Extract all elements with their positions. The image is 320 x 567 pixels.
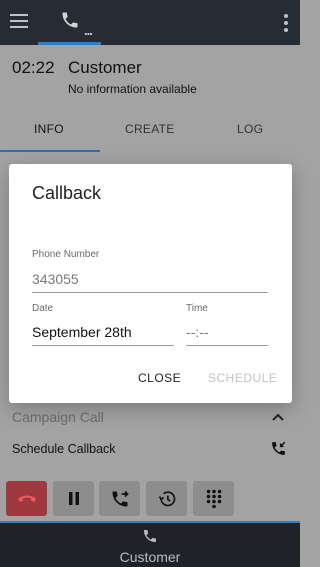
tab-info[interactable]: INFO	[34, 122, 64, 136]
campaign-title: Campaign Call	[12, 409, 104, 425]
transfer-button[interactable]	[99, 481, 140, 516]
bottom-contact-name: Customer	[119, 549, 181, 565]
phone-icon	[62, 12, 78, 28]
hold-button[interactable]	[53, 481, 94, 516]
schedule-callback-label[interactable]: Schedule Callback	[12, 442, 116, 456]
more-vert-icon[interactable]	[284, 14, 288, 35]
menu-icon[interactable]	[10, 14, 28, 28]
top-app-bar: ...	[0, 0, 300, 45]
date-underline	[32, 345, 174, 346]
contact-info: No information available	[68, 82, 197, 96]
phone-number-underline	[32, 292, 268, 293]
date-label: Date	[32, 303, 54, 314]
phone-number-field[interactable]: 343055	[32, 271, 79, 287]
schedule-button[interactable]: SCHEDULE	[208, 371, 277, 385]
call-actions	[0, 478, 300, 518]
time-field[interactable]: --:--	[186, 324, 209, 340]
phone-number-label: Phone Number	[32, 249, 100, 260]
history-button[interactable]	[146, 481, 187, 516]
contact-name: Customer	[68, 58, 142, 77]
end-call-button[interactable]	[6, 481, 47, 516]
phone-callback-icon[interactable]	[270, 440, 287, 457]
tab-dots: ...	[84, 23, 93, 38]
call-timer: 02:22	[12, 58, 55, 77]
phone-hangup-icon	[17, 495, 36, 502]
pause-icon	[68, 492, 79, 505]
bottom-call-bar[interactable]: Customer	[0, 521, 300, 567]
chevron-up-icon[interactable]	[272, 413, 284, 421]
date-field[interactable]: September 28th	[32, 324, 132, 340]
tab-create[interactable]: CREATE	[125, 122, 175, 136]
time-underline	[186, 345, 268, 346]
dialog-title: Callback	[32, 183, 102, 203]
campaign-section: Campaign Call Schedule Callback	[0, 400, 300, 470]
history-icon	[158, 490, 175, 506]
call-header: 02:22 Customer No information available	[0, 45, 300, 107]
dialpad-icon	[206, 489, 221, 508]
tab-bar: INFO CREATE LOG	[0, 107, 300, 152]
phone-forward-icon	[112, 490, 129, 506]
tab-log[interactable]: LOG	[237, 122, 263, 136]
active-call-tab[interactable]: ...	[38, 0, 101, 45]
tab-indicator	[0, 150, 100, 152]
phone-icon	[144, 530, 156, 542]
callback-dialog: Callback Phone Number 343055 Date Septem…	[9, 164, 292, 403]
close-button[interactable]: CLOSE	[138, 371, 181, 385]
dialpad-button[interactable]	[193, 481, 234, 516]
time-label: Time	[186, 303, 208, 314]
